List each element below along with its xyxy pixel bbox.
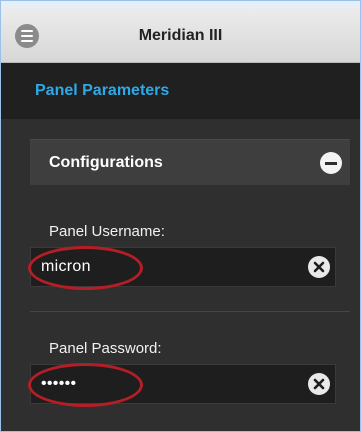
collapsible-label: Configurations	[49, 154, 163, 171]
password-field[interactable]: ••••••	[30, 364, 336, 404]
app-header: Meridian III	[1, 8, 360, 63]
minus-circle-icon[interactable]	[320, 152, 342, 174]
x-glyph	[313, 378, 325, 390]
username-label: Panel Username:	[49, 223, 165, 240]
clear-x-icon[interactable]	[308, 256, 330, 278]
username-field[interactable]: micron	[30, 247, 336, 287]
section-title: Panel Parameters	[35, 82, 170, 99]
divider	[30, 311, 350, 312]
app-frame: Meridian III Panel Parameters Configurat…	[0, 0, 361, 432]
section-header: Panel Parameters	[1, 63, 360, 119]
username-value: micron	[41, 258, 91, 275]
password-value: ••••••	[41, 375, 77, 392]
minus-bar	[325, 161, 337, 165]
top-strip	[1, 1, 360, 8]
x-glyph	[313, 261, 325, 273]
app-title: Meridian III	[138, 26, 223, 44]
password-label: Panel Password:	[49, 340, 162, 357]
clear-x-icon[interactable]	[308, 373, 330, 395]
configurations-collapsible[interactable]: Configurations	[30, 139, 350, 185]
